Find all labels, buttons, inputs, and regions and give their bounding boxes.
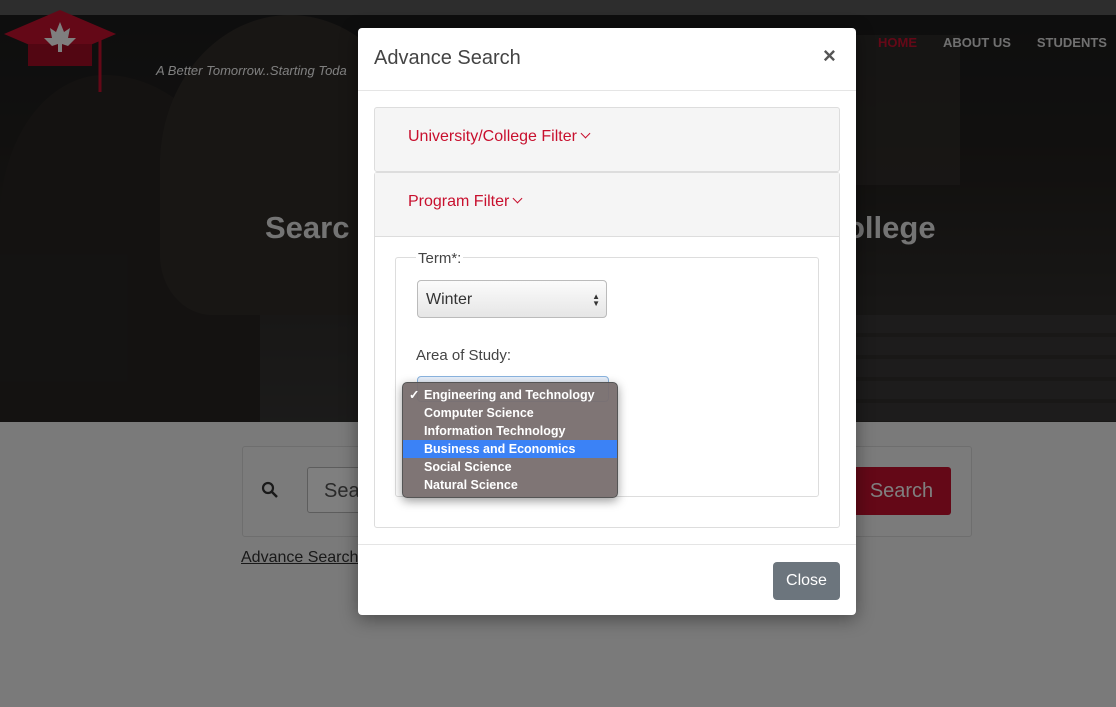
area-of-study-dropdown: ✓ Engineering and Technology Computer Sci…: [402, 382, 618, 498]
select-arrows-icon: ▲ ▼: [592, 292, 600, 308]
dropdown-option-label: Computer Science: [424, 406, 534, 420]
university-filter-panel[interactable]: University/College Filter: [374, 107, 840, 172]
university-filter-toggle[interactable]: University/College Filter: [408, 128, 591, 146]
dropdown-option-label: Engineering and Technology: [424, 388, 595, 402]
chevron-down-icon: [580, 128, 591, 139]
dropdown-option[interactable]: Natural Science: [403, 476, 617, 494]
dropdown-option[interactable]: ✓ Engineering and Technology: [403, 386, 617, 404]
close-button[interactable]: Close: [773, 562, 840, 600]
modal-header: Advance Search ×: [358, 28, 856, 91]
university-filter-label: University/College Filter: [408, 128, 577, 145]
area-of-study-label: Area of Study:: [416, 347, 512, 364]
program-filter-toggle[interactable]: Program Filter: [408, 193, 523, 211]
modal-footer: Close: [358, 544, 856, 616]
dropdown-option-label: Natural Science: [424, 478, 518, 492]
dropdown-option-label: Business and Economics: [424, 442, 576, 456]
dropdown-option-label: Social Science: [424, 460, 512, 474]
dropdown-option-label: Information Technology: [424, 424, 566, 438]
program-filter-header[interactable]: Program Filter: [375, 173, 839, 237]
dropdown-option[interactable]: Computer Science: [403, 404, 617, 422]
dropdown-option[interactable]: Social Science: [403, 458, 617, 476]
program-filter-label: Program Filter: [408, 193, 510, 210]
modal-title: Advance Search: [374, 47, 521, 69]
term-select-value: Winter: [426, 291, 473, 308]
term-label: Term*:: [416, 250, 464, 267]
chevron-down-icon: [512, 193, 523, 204]
close-icon[interactable]: ×: [823, 43, 836, 69]
advance-search-modal: Advance Search × University/College Filt…: [358, 28, 856, 615]
term-select[interactable]: Winter ▲ ▼: [417, 280, 607, 318]
dropdown-option-highlighted[interactable]: Business and Economics: [403, 440, 617, 458]
checkmark-icon: ✓: [409, 388, 420, 402]
dropdown-option[interactable]: Information Technology: [403, 422, 617, 440]
